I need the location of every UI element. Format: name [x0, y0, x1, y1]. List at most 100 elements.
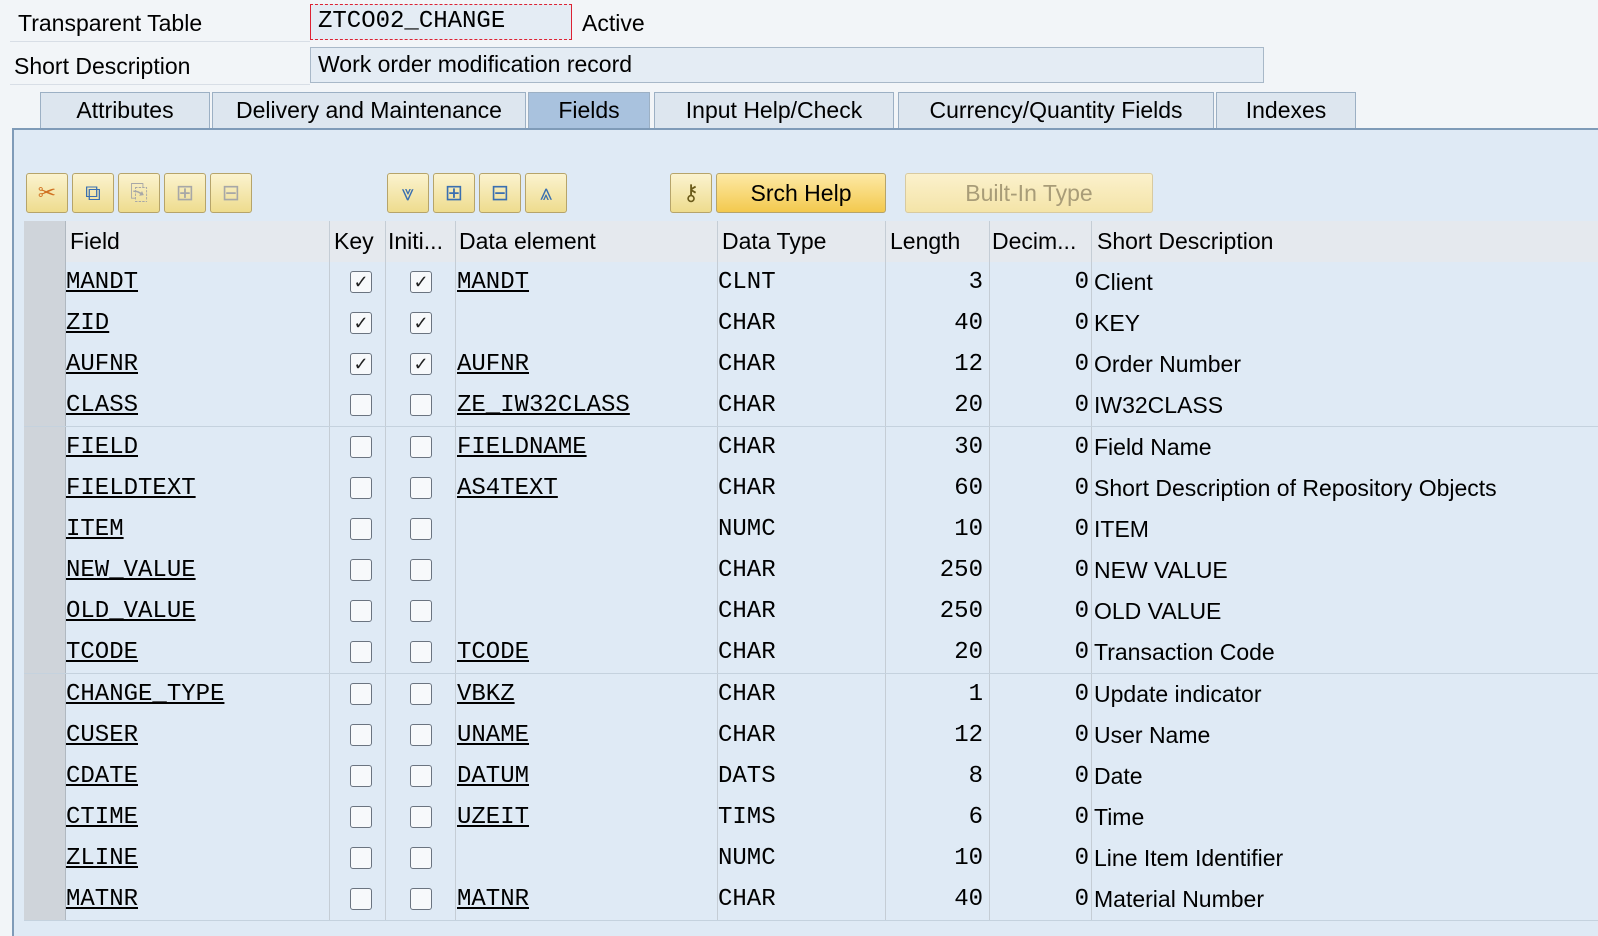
initial-checkbox[interactable] [410, 476, 432, 499]
initial-checkbox[interactable] [410, 641, 432, 664]
length-cell[interactable]: 250 [886, 591, 990, 633]
col-header-data-type[interactable]: Data Type [718, 221, 886, 262]
data-element-cell[interactable]: TCODE [456, 632, 718, 674]
data-type-cell[interactable]: CHAR [718, 550, 886, 592]
key-checkbox[interactable] [350, 394, 372, 417]
data-element-cell[interactable]: MANDT [456, 262, 718, 303]
table-row[interactable]: CHANGE_TYPE VBKZ CHAR 1 0 Update indicator [24, 673, 1598, 716]
initial-checkbox[interactable] [410, 682, 432, 705]
decimals-cell[interactable]: 0 [990, 591, 1092, 633]
key-checkbox[interactable] [350, 764, 372, 787]
data-type-cell[interactable]: CHAR [718, 426, 886, 468]
length-cell[interactable]: 250 [886, 550, 990, 592]
decimals-cell[interactable]: 0 [990, 467, 1092, 509]
length-cell[interactable]: 40 [886, 879, 990, 921]
short-description-field[interactable]: Work order modification record [310, 47, 1264, 83]
initial-checkbox[interactable] [410, 600, 432, 623]
decimals-cell[interactable]: 0 [990, 755, 1092, 797]
decimals-cell[interactable]: 0 [990, 303, 1092, 345]
tab-attributes[interactable]: Attributes [40, 92, 210, 128]
key-checkbox[interactable] [350, 476, 372, 499]
data-type-cell[interactable]: NUMC [718, 508, 886, 550]
search-help-button[interactable]: Srch Help [716, 173, 886, 213]
data-element-cell[interactable]: AS4TEXT [456, 467, 718, 509]
data-element-cell[interactable]: UZEIT [456, 796, 718, 838]
table-row[interactable]: CDATE DATUM DATS 8 0 Date [24, 755, 1598, 798]
key-checkbox[interactable] [350, 517, 372, 540]
table-row[interactable]: MANDT ✓ ✓ MANDT CLNT 3 0 Client [24, 262, 1598, 304]
key-checkbox[interactable] [350, 600, 372, 623]
field-name-cell[interactable]: ZLINE [66, 838, 330, 880]
initial-checkbox[interactable] [410, 559, 432, 582]
length-cell[interactable]: 10 [886, 838, 990, 880]
decimals-cell[interactable]: 0 [990, 262, 1092, 303]
data-type-cell[interactable]: CHAR [718, 591, 886, 633]
col-header-data-element[interactable]: Data element [456, 221, 718, 262]
data-type-cell[interactable]: CHAR [718, 879, 886, 921]
initial-checkbox[interactable]: ✓ [410, 271, 432, 293]
initial-checkbox[interactable] [410, 764, 432, 787]
decimals-cell[interactable]: 0 [990, 838, 1092, 880]
length-cell[interactable]: 40 [886, 303, 990, 345]
length-cell[interactable]: 6 [886, 796, 990, 838]
filter-down-icon[interactable]: ⩔ [387, 173, 429, 213]
field-name-cell[interactable]: AUFNR [66, 344, 330, 386]
key-checkbox[interactable] [350, 723, 372, 746]
col-header-field[interactable]: Field [66, 221, 330, 262]
key-checkbox[interactable] [350, 682, 372, 705]
data-type-cell[interactable]: CHAR [718, 673, 886, 715]
initial-checkbox[interactable] [410, 394, 432, 417]
col-header-key[interactable]: Key [330, 221, 386, 262]
paste-icon[interactable]: ⎘ [118, 173, 160, 213]
length-cell[interactable]: 10 [886, 508, 990, 550]
field-name-cell[interactable]: CTIME [66, 796, 330, 838]
row-selector[interactable] [24, 796, 66, 838]
length-cell[interactable]: 60 [886, 467, 990, 509]
row-selector[interactable] [24, 591, 66, 633]
row-selector[interactable] [24, 344, 66, 386]
tab-fields[interactable]: Fields [528, 92, 650, 128]
table-row[interactable]: AUFNR ✓ ✓ AUFNR CHAR 12 0 Order Number [24, 344, 1598, 387]
decimals-cell[interactable]: 0 [990, 673, 1092, 715]
field-name-cell[interactable]: ITEM [66, 508, 330, 550]
expand-icon[interactable]: ⊞ [433, 173, 475, 213]
length-cell[interactable]: 12 [886, 344, 990, 386]
built-in-type-button[interactable]: Built-In Type [905, 173, 1153, 213]
decimals-cell[interactable]: 0 [990, 508, 1092, 550]
data-element-cell[interactable]: DATUM [456, 755, 718, 797]
col-header-short-description[interactable]: Short Description [1092, 221, 1598, 262]
initial-checkbox[interactable]: ✓ [410, 312, 432, 335]
row-selector[interactable] [24, 262, 66, 303]
decimals-cell[interactable]: 0 [990, 344, 1092, 386]
key-checkbox[interactable] [350, 888, 372, 911]
field-name-cell[interactable]: MATNR [66, 879, 330, 921]
data-type-cell[interactable]: CHAR [718, 385, 886, 427]
length-cell[interactable]: 3 [886, 262, 990, 303]
select-all-cell[interactable] [24, 221, 66, 262]
data-type-cell[interactable]: CLNT [718, 262, 886, 303]
tab-indexes[interactable]: Indexes [1216, 92, 1356, 128]
table-name-field[interactable]: ZTCO02_CHANGE [310, 4, 572, 40]
data-type-cell[interactable]: DATS [718, 755, 886, 797]
row-selector[interactable] [24, 632, 66, 674]
length-cell[interactable]: 20 [886, 632, 990, 674]
field-name-cell[interactable]: OLD_VALUE [66, 591, 330, 633]
field-name-cell[interactable]: TCODE [66, 632, 330, 674]
table-row[interactable]: CUSER UNAME CHAR 12 0 User Name [24, 714, 1598, 757]
key-checkbox[interactable] [350, 435, 372, 458]
row-selector[interactable] [24, 467, 66, 509]
key-checkbox[interactable] [350, 641, 372, 664]
field-name-cell[interactable]: CHANGE_TYPE [66, 673, 330, 715]
data-element-cell[interactable] [456, 550, 718, 592]
decimals-cell[interactable]: 0 [990, 796, 1092, 838]
table-row[interactable]: FIELD FIELDNAME CHAR 30 0 Field Name [24, 426, 1598, 469]
row-selector[interactable] [24, 714, 66, 756]
data-type-cell[interactable]: TIMS [718, 796, 886, 838]
tab-currency-quantity[interactable]: Currency/Quantity Fields [898, 92, 1214, 128]
decimals-cell[interactable]: 0 [990, 550, 1092, 592]
initial-checkbox[interactable] [410, 847, 432, 870]
row-selector[interactable] [24, 550, 66, 592]
field-name-cell[interactable]: NEW_VALUE [66, 550, 330, 592]
field-name-cell[interactable]: FIELDTEXT [66, 467, 330, 509]
length-cell[interactable]: 30 [886, 426, 990, 468]
